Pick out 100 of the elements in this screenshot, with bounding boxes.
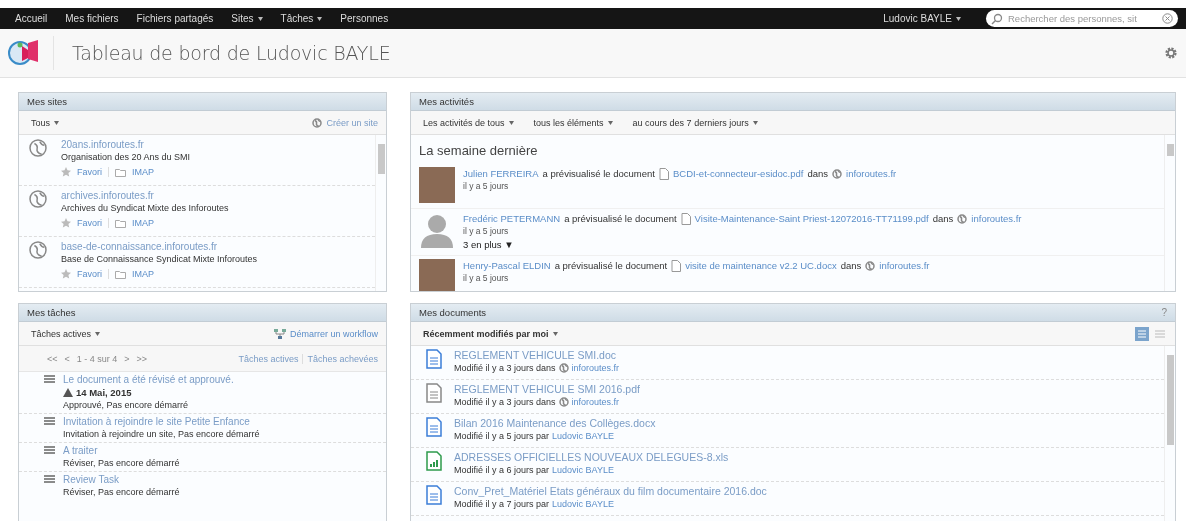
- nav-link[interactable]: Personnes: [331, 13, 398, 24]
- task-status: Approuvé, Pas encore démarré: [63, 400, 190, 410]
- site-link[interactable]: archives.inforoutes.fr: [61, 190, 229, 201]
- site-link[interactable]: 20ans.inforoutes.fr: [61, 139, 191, 150]
- photo-placeholder: [419, 167, 455, 203]
- document-file-icon: [426, 417, 442, 437]
- document-link[interactable]: ADRESSES OFFICIELLES NOUVEAUX DELEGUES-8.xls: [454, 451, 729, 463]
- site-link[interactable]: inforoutes.fr: [571, 363, 620, 373]
- scrollbar[interactable]: [375, 135, 386, 291]
- document-meta: Modifié il y a 5 jours par: [454, 431, 550, 441]
- document-file-icon: [426, 485, 442, 505]
- site-link[interactable]: inforoutes.fr: [971, 212, 1022, 226]
- favorite-link[interactable]: Favori: [77, 218, 102, 228]
- settings-icon[interactable]: [1164, 46, 1178, 60]
- caret-icon: [752, 120, 758, 125]
- filter-dropdown[interactable]: tous les éléments: [533, 117, 613, 128]
- scrollbar[interactable]: [1164, 135, 1175, 291]
- task-link[interactable]: Review Task: [63, 474, 180, 485]
- document-link[interactable]: visite de maintenance v2.2 UC.docx: [685, 259, 837, 273]
- pager-link[interactable]: <: [64, 353, 70, 364]
- spreadsheet-file-icon: [426, 451, 442, 471]
- globe-icon: [558, 363, 569, 373]
- document-meta: Modifié il y a 3 jours dans: [454, 363, 556, 373]
- activity-text: dans: [840, 259, 862, 273]
- photo-placeholder: [419, 259, 455, 291]
- folder-icon: [115, 167, 126, 177]
- task-view-link[interactable]: Tâches achevées: [307, 353, 378, 364]
- more-toggle[interactable]: 3 en plus ▼: [463, 239, 1022, 250]
- panel-title: Mes tâches: [27, 307, 76, 318]
- favorite-link[interactable]: Favori: [77, 269, 102, 279]
- activity-time: il y a 5 jours: [463, 181, 510, 191]
- scrollbar[interactable]: [1164, 346, 1175, 521]
- activity-text: a prévisualisé le document: [564, 212, 677, 226]
- panel-title: Mes activités: [419, 96, 474, 107]
- create-site-link[interactable]: Créer un site: [326, 117, 378, 128]
- globe-icon: [29, 139, 47, 157]
- filter-dropdown[interactable]: au cours des 7 derniers jours: [632, 117, 758, 128]
- task-link[interactable]: A traiter: [63, 445, 180, 456]
- filter-dropdown[interactable]: Récemment modifiés par moi: [423, 328, 558, 339]
- person-link[interactable]: Julien FERREIRA: [463, 167, 539, 181]
- document-file-icon: [426, 383, 442, 403]
- document-link[interactable]: Conv_Pret_Matériel Etats généraux du film documentaire 2016.doc: [454, 485, 767, 497]
- pager-link[interactable]: >>: [136, 353, 148, 364]
- search-icon: [991, 12, 1003, 25]
- person-link[interactable]: Ludovic BAYLE: [552, 431, 614, 441]
- folder-icon: [115, 269, 126, 279]
- document-link[interactable]: BCDI-et-connecteur-esidoc.pdf: [673, 167, 804, 181]
- site-link[interactable]: inforoutes.fr: [571, 397, 620, 407]
- globe-icon: [29, 190, 47, 208]
- nav-link[interactable]: Accueil: [6, 13, 57, 24]
- person-link[interactable]: Henry-Pascal ELDIN: [463, 259, 551, 273]
- document-link[interactable]: REGLEMENT VEHICULE SMI.doc: [454, 349, 617, 361]
- activity-text: dans: [932, 212, 954, 226]
- nav-link[interactable]: Fichiers partagés: [127, 13, 223, 24]
- task-link[interactable]: Le document a été révisé et approuvé.: [63, 374, 234, 385]
- filter-dropdown[interactable]: Tâches actives: [31, 328, 101, 339]
- task-status: Réviser, Pas encore démarré: [63, 487, 180, 497]
- nav-link[interactable]: Sites: [222, 13, 272, 24]
- document-icon: [659, 168, 669, 180]
- help-icon[interactable]: ?: [1161, 307, 1167, 318]
- task-status: Réviser, Pas encore démarré: [63, 458, 180, 468]
- task-view-link[interactable]: Tâches actives: [238, 353, 299, 364]
- document-link[interactable]: REGLEMENT VEHICULE SMI 2016.pdf: [454, 383, 640, 395]
- document-icon: [680, 213, 691, 225]
- start-workflow-link[interactable]: Démarrer un workflow: [289, 328, 378, 339]
- imap-link[interactable]: IMAP: [132, 218, 155, 228]
- site-link[interactable]: inforoutes.fr: [879, 259, 930, 273]
- imap-link[interactable]: IMAP: [132, 269, 155, 279]
- caret-icon: [956, 16, 961, 21]
- person-link[interactable]: Ludovic BAYLE: [552, 465, 614, 475]
- activity-text: a prévisualisé le document: [542, 167, 655, 181]
- document-link[interactable]: Bilan 2016 Maintenance des Collèges.docx: [454, 417, 656, 429]
- favorite-link[interactable]: Favori: [77, 167, 102, 177]
- star-icon: [61, 167, 71, 177]
- document-file-icon: [426, 349, 442, 369]
- imap-link[interactable]: IMAP: [132, 167, 155, 177]
- star-icon: [61, 269, 71, 279]
- view-mode-button[interactable]: [1135, 326, 1149, 341]
- globe-icon: [865, 261, 876, 271]
- search-field[interactable]: Rechercher des personnes, sit: [986, 10, 1178, 27]
- person-link[interactable]: Fredéric PETERMANN: [463, 212, 561, 226]
- caret-icon: [552, 331, 558, 336]
- filter-dropdown[interactable]: Les activités de tous: [423, 117, 514, 128]
- document-link[interactable]: Visite-Maintenance-Saint Priest-12072016-TT71199.pdf: [694, 212, 929, 226]
- task-status: Invitation à rejoindre un site, Pas encore démarré: [63, 429, 260, 439]
- site-link[interactable]: inforoutes.fr: [846, 167, 897, 181]
- nav-link[interactable]: Mes fichiers: [56, 13, 128, 24]
- caret-icon: [508, 120, 514, 125]
- activity-text: a prévisualisé le document: [554, 259, 668, 273]
- site-link[interactable]: base-de-connaissance.inforoutes.fr: [61, 241, 258, 252]
- user-menu[interactable]: Ludovic BAYLE: [874, 13, 970, 24]
- caret-icon: [257, 16, 263, 21]
- pager-link[interactable]: <<: [47, 353, 58, 364]
- task-link[interactable]: Invitation à rejoindre le site Petite Enfance: [63, 416, 260, 427]
- globe-icon: [29, 241, 47, 259]
- filter-dropdown[interactable]: Tous: [31, 117, 59, 128]
- caret-icon: [607, 120, 613, 125]
- person-link[interactable]: Ludovic BAYLE: [552, 499, 614, 509]
- nav-link[interactable]: Tâches: [271, 13, 332, 24]
- pager-link[interactable]: >: [124, 353, 130, 364]
